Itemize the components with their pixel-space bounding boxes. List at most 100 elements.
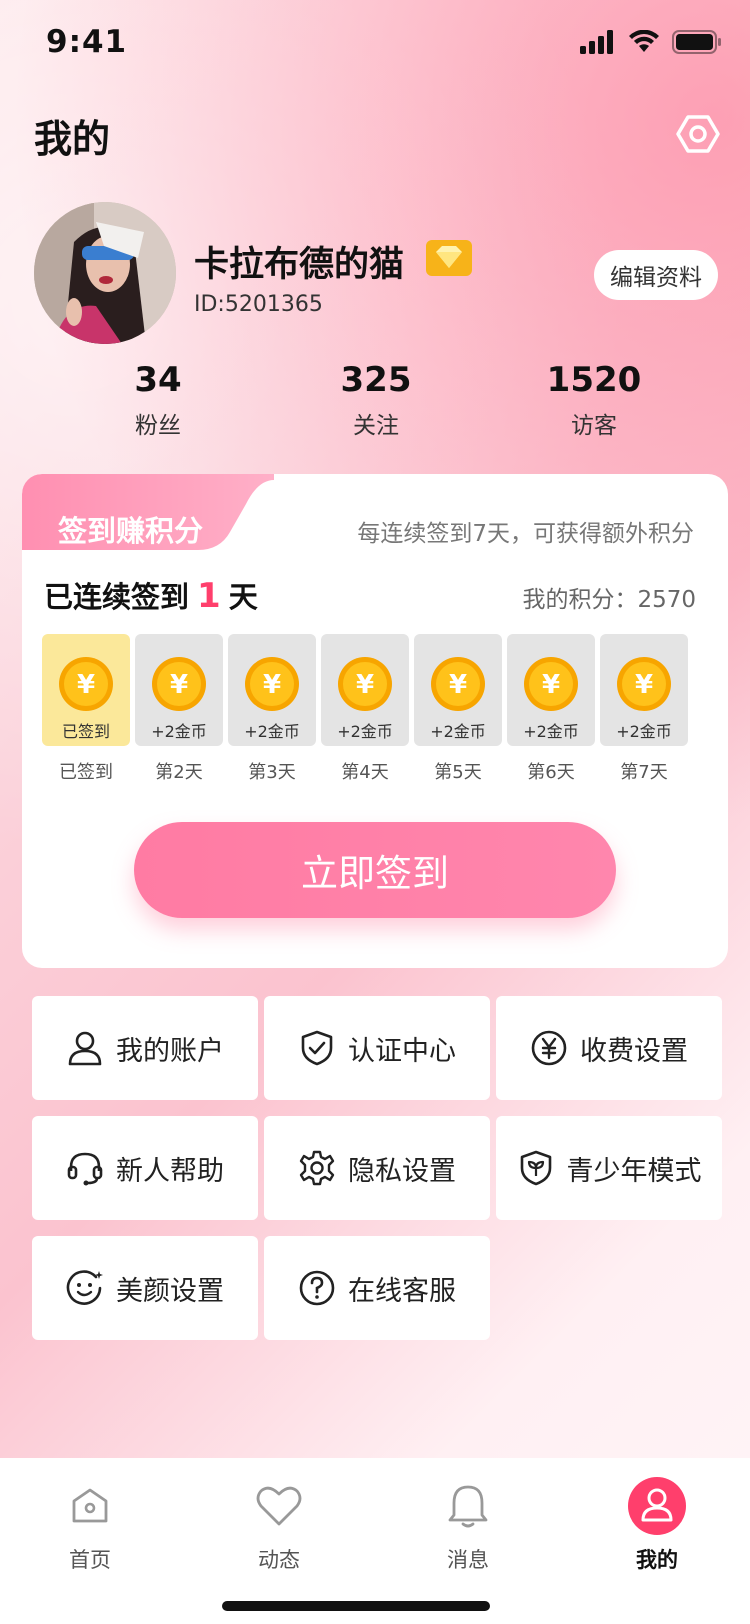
vip-diamond-icon bbox=[424, 236, 474, 278]
day-reward: +2金币 bbox=[523, 722, 579, 741]
stat-label: 关注 bbox=[353, 413, 399, 439]
menu-newbie-help[interactable]: 新人帮助 bbox=[32, 1116, 258, 1220]
tab-home[interactable]: 首页 bbox=[30, 1474, 150, 1574]
checkin-days: ¥ 已签到 已签到 ¥ +2金币 第2天 ¥ +2金币 第3天 ¥ +2金币 第… bbox=[42, 634, 708, 794]
home-indicator bbox=[222, 1601, 490, 1611]
menu-teen-mode[interactable]: 青少年模式 bbox=[496, 1116, 722, 1220]
checkin-day-5[interactable]: ¥ +2金币 第5天 bbox=[414, 634, 502, 784]
svg-text:¥: ¥ bbox=[635, 670, 653, 700]
tab-messages[interactable]: 消息 bbox=[408, 1474, 528, 1574]
coin-icon: ¥ bbox=[152, 657, 206, 711]
status-time: 9:41 bbox=[46, 24, 128, 60]
status-bar: 9:41 bbox=[0, 0, 750, 88]
menu-verification-center[interactable]: 认证中心 bbox=[264, 996, 490, 1100]
svg-text:¥: ¥ bbox=[356, 670, 374, 700]
menu-privacy-settings[interactable]: 隐私设置 bbox=[264, 1116, 490, 1220]
checkin-day-7[interactable]: ¥ +2金币 第7天 bbox=[600, 634, 688, 784]
bell-icon bbox=[436, 1474, 500, 1538]
profile-stats: 34 粉丝 325 关注 1520 访客 bbox=[0, 360, 750, 440]
day-label: 第6天 bbox=[527, 762, 575, 783]
day-reward: +2金币 bbox=[151, 722, 207, 741]
menu-label: 在线客服 bbox=[348, 1275, 456, 1307]
coin-icon: ¥ bbox=[431, 657, 485, 711]
day-reward: +2金币 bbox=[430, 722, 486, 741]
wifi-icon bbox=[629, 30, 659, 52]
day-label: 第5天 bbox=[434, 762, 482, 783]
menu-label: 隐私设置 bbox=[348, 1155, 456, 1187]
svg-text:¥: ¥ bbox=[170, 670, 188, 700]
stat-value: 34 bbox=[134, 360, 182, 400]
battery-icon bbox=[672, 30, 721, 54]
day-box: ¥ +2金币 bbox=[228, 634, 316, 746]
menu-fee-settings[interactable]: 收费设置 bbox=[496, 996, 722, 1100]
checkin-day-1[interactable]: ¥ 已签到 已签到 bbox=[42, 634, 130, 784]
checkin-day-6[interactable]: ¥ +2金币 第6天 bbox=[507, 634, 595, 784]
settings-hex-icon[interactable] bbox=[676, 112, 720, 156]
day-box: ¥ +2金币 bbox=[135, 634, 223, 746]
coin-icon: ¥ bbox=[338, 657, 392, 711]
stat-label: 访客 bbox=[571, 413, 617, 439]
menu-label: 青少年模式 bbox=[566, 1155, 702, 1187]
tab-mine[interactable]: 我的 bbox=[597, 1474, 717, 1574]
smile-sparkle-icon bbox=[66, 1269, 104, 1307]
stat-label: 粉丝 bbox=[135, 413, 181, 439]
my-points: 我的积分：2570 bbox=[522, 587, 696, 613]
avatar[interactable] bbox=[34, 202, 176, 344]
user-icon bbox=[625, 1474, 689, 1538]
heart-icon bbox=[247, 1474, 311, 1538]
shield-check-icon bbox=[298, 1029, 336, 1067]
tab-bar: 首页 动态 消息 我的 bbox=[0, 1458, 750, 1624]
day-box: ¥ +2金币 bbox=[321, 634, 409, 746]
tab-moments[interactable]: 动态 bbox=[219, 1474, 339, 1574]
coin-icon: ¥ bbox=[245, 657, 299, 711]
checkin-day-2[interactable]: ¥ +2金币 第2天 bbox=[135, 634, 223, 784]
gear-icon bbox=[298, 1149, 336, 1187]
coin-icon: ¥ bbox=[617, 657, 671, 711]
stat-value: 325 bbox=[340, 360, 412, 400]
day-label: 第3天 bbox=[248, 762, 296, 783]
streak-suffix: 天 bbox=[228, 580, 258, 614]
tab-label: 首页 bbox=[69, 1548, 111, 1572]
day-label: 第4天 bbox=[341, 762, 389, 783]
svg-text:¥: ¥ bbox=[77, 670, 95, 700]
streak-prefix: 已连续签到 bbox=[44, 580, 190, 614]
stat-following[interactable]: 325 关注 bbox=[296, 360, 456, 440]
checkin-day-4[interactable]: ¥ +2金币 第4天 bbox=[321, 634, 409, 784]
menu-label: 新人帮助 bbox=[116, 1155, 224, 1187]
question-icon bbox=[298, 1269, 336, 1307]
stat-value: 1520 bbox=[546, 360, 642, 400]
day-box: ¥ 已签到 bbox=[42, 634, 130, 746]
coin-icon: ¥ bbox=[59, 657, 113, 711]
headset-icon bbox=[66, 1149, 104, 1187]
home-icon bbox=[58, 1474, 122, 1538]
signal-icon bbox=[580, 30, 613, 54]
edit-profile-button[interactable]: 编辑资料 bbox=[594, 250, 718, 300]
day-label: 已签到 bbox=[59, 762, 113, 783]
menu-label: 认证中心 bbox=[348, 1035, 456, 1067]
stat-fans[interactable]: 34 粉丝 bbox=[78, 360, 238, 440]
svg-text:¥: ¥ bbox=[263, 670, 281, 700]
checkin-day-3[interactable]: ¥ +2金币 第3天 bbox=[228, 634, 316, 784]
stat-visitors[interactable]: 1520 访客 bbox=[514, 360, 674, 440]
menu-label: 美颜设置 bbox=[116, 1275, 224, 1307]
page-title: 我的 bbox=[34, 117, 111, 161]
checkin-button[interactable]: 立即签到 bbox=[134, 822, 616, 918]
menu-online-support[interactable]: 在线客服 bbox=[264, 1236, 490, 1340]
checkin-card: 签到赚积分 每连续签到7天，可获得额外积分 已连续签到 1 天 我的积分：257… bbox=[22, 474, 728, 968]
day-label: 第2天 bbox=[155, 762, 203, 783]
day-box: ¥ +2金币 bbox=[414, 634, 502, 746]
status-icons bbox=[580, 30, 722, 54]
day-box: ¥ +2金币 bbox=[507, 634, 595, 746]
checkin-streak: 已连续签到 1 天 bbox=[44, 574, 258, 616]
tab-label: 消息 bbox=[447, 1548, 489, 1572]
day-label: 第7天 bbox=[620, 762, 668, 783]
tab-label: 我的 bbox=[636, 1548, 678, 1572]
menu-beauty-settings[interactable]: 美颜设置 bbox=[32, 1236, 258, 1340]
user-icon bbox=[66, 1029, 104, 1067]
coin-icon: ¥ bbox=[524, 657, 578, 711]
checkin-tab-title: 签到赚积分 bbox=[58, 514, 204, 548]
day-reward: +2金币 bbox=[244, 722, 300, 741]
menu-my-account[interactable]: 我的账户 bbox=[32, 996, 258, 1100]
user-id: ID:5201365 bbox=[194, 292, 323, 317]
streak-days: 1 bbox=[197, 576, 221, 616]
